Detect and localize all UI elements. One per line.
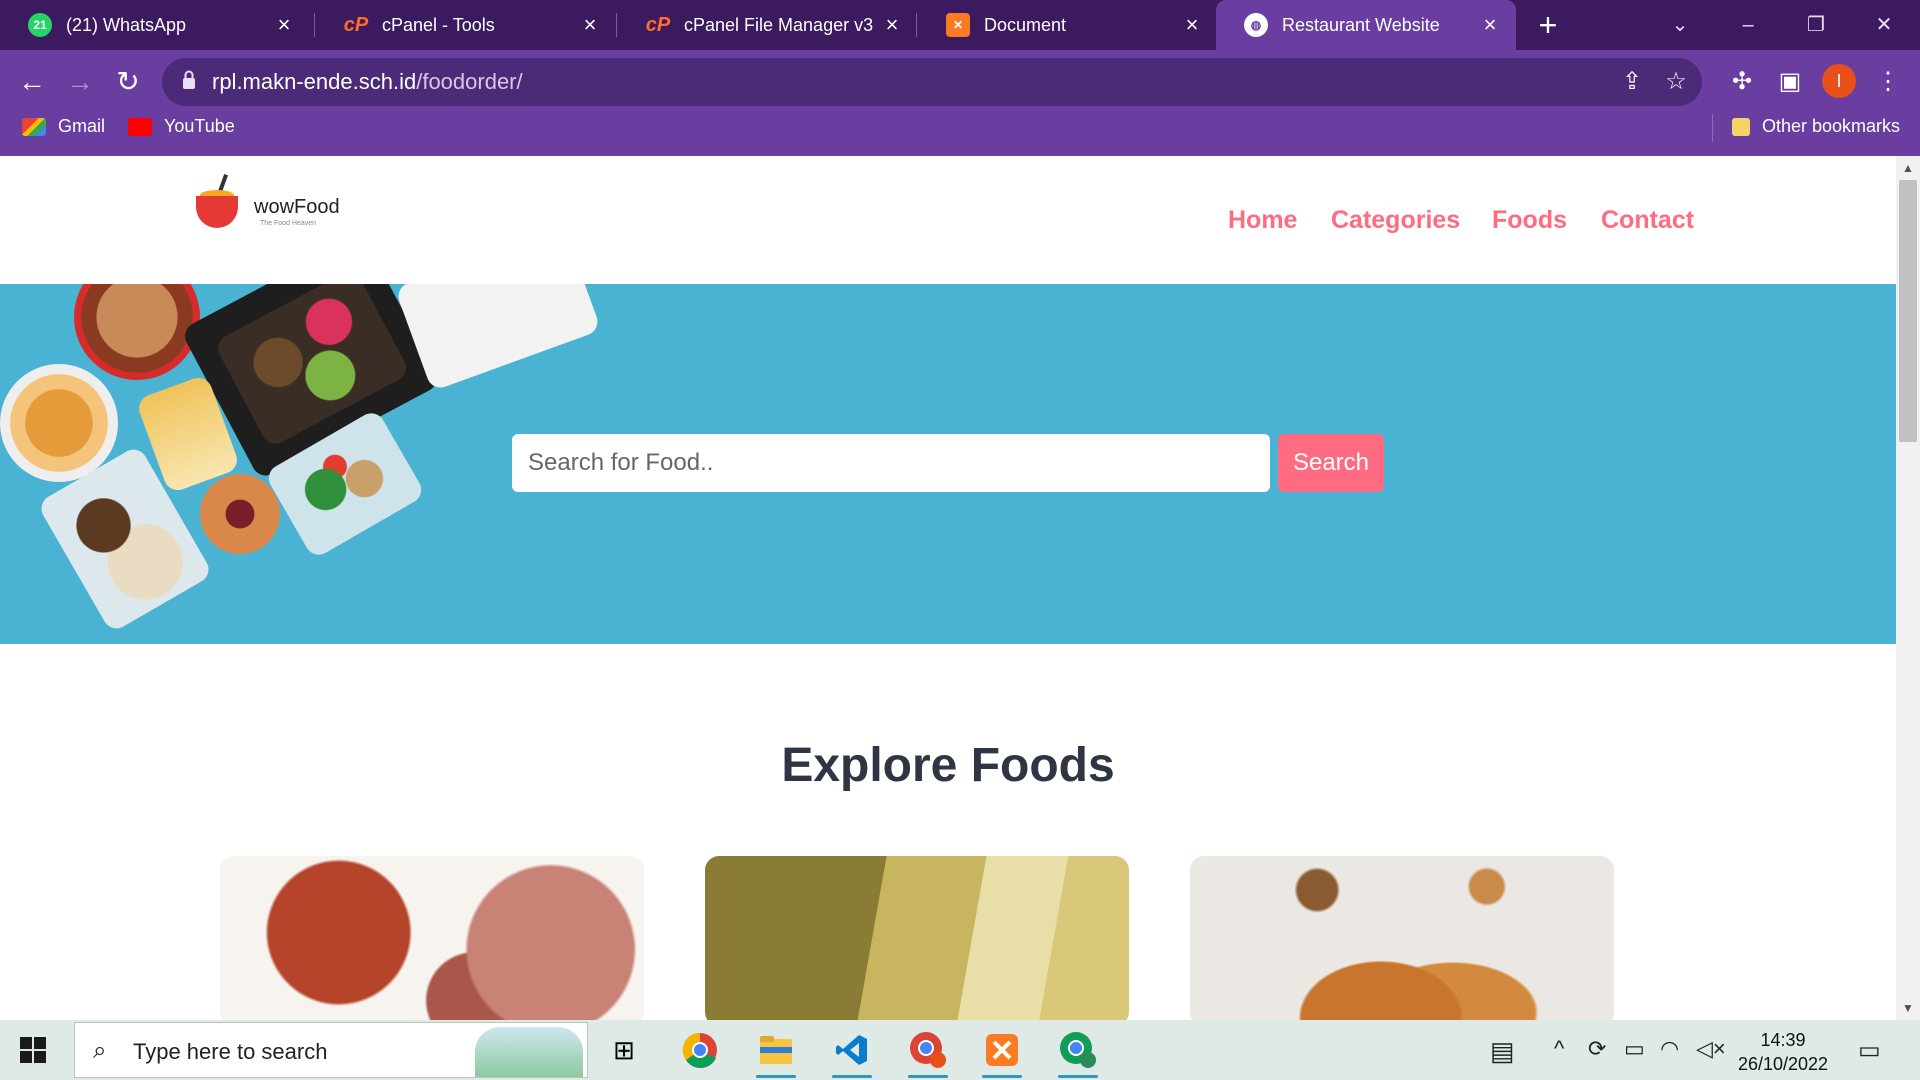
nav-home[interactable]: Home xyxy=(1228,206,1297,235)
taskbar-search-placeholder: Type here to search xyxy=(133,1039,328,1064)
close-tab-icon[interactable]: × xyxy=(272,13,296,37)
folder-icon xyxy=(1732,117,1750,136)
site-logo[interactable]: wowFood The Food Heaven xyxy=(196,174,346,238)
food-card-image[interactable] xyxy=(220,856,644,1020)
nav-foods[interactable]: Foods xyxy=(1492,206,1567,235)
clock-time: 14:39 xyxy=(1760,1030,1806,1050)
close-tab-icon[interactable]: × xyxy=(1180,13,1204,37)
restore-icon[interactable]: ❐ xyxy=(1796,8,1836,42)
scrollbar-thumb[interactable] xyxy=(1899,180,1917,442)
close-window-icon[interactable]: ✕ xyxy=(1864,8,1904,42)
bookmark-youtube[interactable]: YouTube xyxy=(128,116,235,137)
page-viewport: wowFood The Food Heaven Home Categories … xyxy=(0,156,1896,1020)
chrome-profile-m-icon[interactable] xyxy=(1054,1028,1102,1078)
scroll-up-icon[interactable]: ▲ xyxy=(1900,160,1916,176)
tab-document[interactable]: ✕ Document × xyxy=(918,0,1218,50)
tab-title: cPanel File Manager v3 xyxy=(684,14,874,35)
search-icon: ⌕ xyxy=(93,1037,107,1064)
notifications-icon[interactable]: ▭ xyxy=(1858,1036,1881,1065)
bookmark-gmail[interactable]: Gmail xyxy=(22,116,105,137)
cpanel-icon: cP xyxy=(343,13,369,36)
battery-icon[interactable]: ▭ xyxy=(1624,1036,1645,1062)
clock-date: 26/10/2022 xyxy=(1737,1054,1829,1074)
bookmark-label: Gmail xyxy=(58,116,106,136)
tab-cpanel-file-manager[interactable]: cP cPanel File Manager v3 × xyxy=(618,0,918,50)
search-button[interactable]: Search xyxy=(1278,434,1384,492)
profile-avatar[interactable]: I xyxy=(1822,64,1856,98)
xampp-icon: ✕ xyxy=(946,13,970,37)
explore-foods-heading: Explore Foods xyxy=(781,739,1115,792)
windows-taskbar: ⌕ Type here to search ⊞ ▤ ^ ⟳ ▭ ◠ ◁× 14:… xyxy=(0,1020,1920,1080)
food-card-image[interactable] xyxy=(1190,856,1614,1020)
xampp-icon[interactable] xyxy=(978,1028,1026,1078)
taskbar-search-box[interactable]: ⌕ Type here to search xyxy=(74,1022,588,1078)
url-host: rpl.makn-ende.sch.id xyxy=(212,69,417,94)
url-text: rpl.makn-ende.sch.id/foodorder/ xyxy=(212,69,523,95)
task-view-icon[interactable]: ⊞ xyxy=(600,1028,648,1072)
extensions-icon[interactable]: ✣ xyxy=(1722,62,1762,102)
bowl-icon xyxy=(196,196,238,228)
back-icon[interactable]: ← xyxy=(12,62,52,102)
scroll-down-icon[interactable]: ▼ xyxy=(1900,1000,1916,1016)
chrome-profile-icon[interactable] xyxy=(904,1028,952,1078)
logo-tagline: The Food Heaven xyxy=(260,220,317,227)
close-tab-icon[interactable]: × xyxy=(578,13,602,37)
nav-categories[interactable]: Categories xyxy=(1331,206,1460,235)
search-highlight-icon xyxy=(475,1027,583,1077)
file-explorer-icon[interactable] xyxy=(752,1028,800,1078)
whatsapp-icon: 21 xyxy=(28,13,52,37)
close-tab-icon[interactable]: × xyxy=(880,13,904,37)
tab-title: cPanel - Tools xyxy=(382,14,495,35)
gmail-icon xyxy=(22,117,46,136)
site-navbar: wowFood The Food Heaven Home Categories … xyxy=(0,156,1896,284)
food-search-input[interactable] xyxy=(512,434,1270,492)
windows-start-icon[interactable] xyxy=(20,1037,46,1063)
bookmark-star-icon[interactable]: ☆ xyxy=(1662,68,1690,96)
nav-contact[interactable]: Contact xyxy=(1601,206,1694,235)
browser-toolbar: ← → ↻ rpl.makn-ende.sch.id/foodorder/ ⇪ … xyxy=(0,50,1920,156)
globe-icon: ◍ xyxy=(1244,13,1268,37)
food-card-image[interactable] xyxy=(705,856,1129,1020)
youtube-icon xyxy=(128,117,152,136)
share-icon[interactable]: ⇪ xyxy=(1618,68,1646,96)
logo-name: wowFood xyxy=(254,196,340,218)
wifi-icon[interactable]: ◠ xyxy=(1660,1036,1679,1062)
url-path: /foodorder/ xyxy=(416,69,523,94)
tab-whatsapp[interactable]: 21 (21) WhatsApp × xyxy=(0,0,310,50)
lock-icon xyxy=(183,70,195,89)
chrome-icon[interactable] xyxy=(676,1028,724,1072)
reload-icon[interactable]: ↻ xyxy=(108,62,148,102)
tab-title: Document xyxy=(984,14,1067,35)
close-tab-icon[interactable]: × xyxy=(1478,13,1502,37)
tab-search-chevron-icon[interactable]: ⌄ xyxy=(1660,8,1700,42)
volume-muted-icon[interactable]: ◁× xyxy=(1696,1036,1726,1062)
new-tab-icon[interactable]: + xyxy=(1530,8,1566,44)
other-bookmarks-label: Other bookmarks xyxy=(1762,116,1901,136)
minimize-icon[interactable]: – xyxy=(1728,8,1768,42)
hero-search-section: Search xyxy=(0,284,1896,644)
chevron-up-icon[interactable]: ^ xyxy=(1554,1036,1564,1062)
cpanel-icon: cP xyxy=(645,13,671,36)
side-panel-icon[interactable]: ▣ xyxy=(1770,62,1810,102)
address-bar[interactable]: rpl.makn-ende.sch.id/foodorder/ ⇪ ☆ xyxy=(162,58,1702,106)
tab-title: Restaurant Website xyxy=(1282,14,1440,35)
sync-icon[interactable]: ⟳ xyxy=(1588,1036,1606,1062)
news-widget-icon[interactable]: ▤ xyxy=(1490,1036,1515,1067)
vscode-icon[interactable] xyxy=(828,1028,876,1078)
forward-icon[interactable]: → xyxy=(60,62,100,102)
system-clock[interactable]: 14:39 26/10/2022 xyxy=(1736,1028,1830,1076)
tab-cpanel-tools[interactable]: cP cPanel - Tools × xyxy=(316,0,616,50)
other-bookmarks[interactable]: Other bookmarks xyxy=(1732,116,1900,137)
browser-tab-strip: 21 (21) WhatsApp × cP cPanel - Tools × c… xyxy=(0,0,1920,50)
menu-kebab-icon[interactable]: ⋮ xyxy=(1868,62,1908,102)
bookmark-label: YouTube xyxy=(164,116,235,136)
tab-restaurant-website[interactable]: ◍ Restaurant Website × xyxy=(1216,0,1516,50)
tab-title: (21) WhatsApp xyxy=(66,14,187,35)
